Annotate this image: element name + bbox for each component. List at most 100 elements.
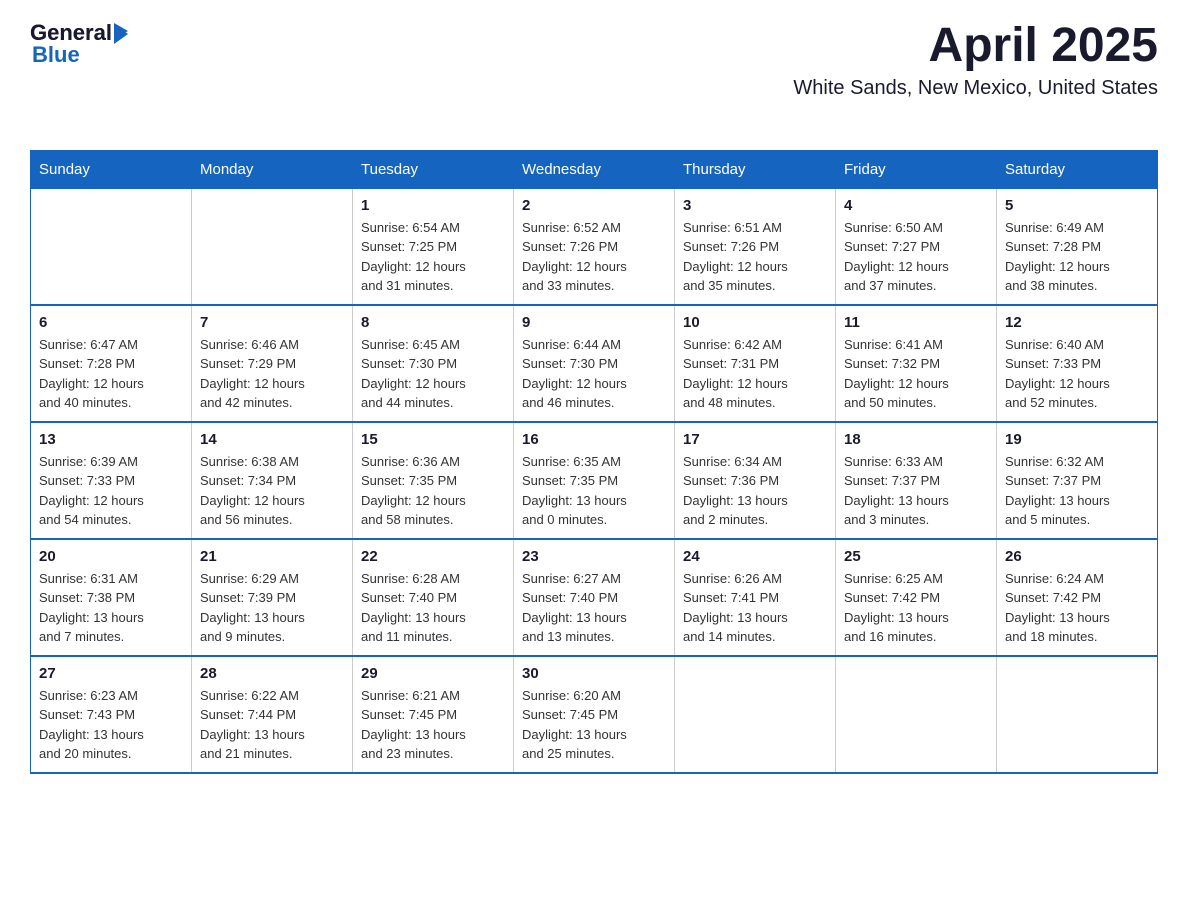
day-number: 5: [1005, 197, 1149, 214]
calendar-cell: 9 Sunrise: 6:44 AM Sunset: 7:30 PM Daylig…: [514, 305, 675, 422]
day-info: Sunrise: 6:36 AM Sunset: 7:35 PM Dayligh…: [361, 452, 505, 530]
calendar-cell: 12Sunrise: 6:40 AM Sunset: 7:33 PM Dayli…: [997, 305, 1158, 422]
calendar-cell: [31, 188, 192, 305]
day-info: Sunrise: 6:38 AM Sunset: 7:34 PM Dayligh…: [200, 452, 344, 530]
day-info: Sunrise: 6:42 AM Sunset: 7:31 PM Dayligh…: [683, 335, 827, 413]
day-info: Sunrise: 6:28 AM Sunset: 7:40 PM Dayligh…: [361, 569, 505, 647]
calendar-cell: [192, 188, 353, 305]
day-info: Sunrise: 6:33 AM Sunset: 7:37 PM Dayligh…: [844, 452, 988, 530]
day-number: 28: [200, 665, 344, 682]
day-number: 13: [39, 431, 183, 448]
calendar-cell: 22Sunrise: 6:28 AM Sunset: 7:40 PM Dayli…: [353, 539, 514, 656]
day-number: 18: [844, 431, 988, 448]
location-subtitle: White Sands, New Mexico, United States: [793, 77, 1158, 100]
col-sunday: Sunday: [31, 150, 192, 188]
day-info: Sunrise: 6:44 AM Sunset: 7:30 PM Dayligh…: [522, 335, 666, 413]
day-info: Sunrise: 6:32 AM Sunset: 7:37 PM Dayligh…: [1005, 452, 1149, 530]
calendar-cell: 11Sunrise: 6:41 AM Sunset: 7:32 PM Dayli…: [836, 305, 997, 422]
col-wednesday: Wednesday: [514, 150, 675, 188]
day-info: Sunrise: 6:21 AM Sunset: 7:45 PM Dayligh…: [361, 686, 505, 764]
day-number: 4: [844, 197, 988, 214]
calendar-cell: 16 Sunrise: 6:35 AM Sunset: 7:35 PM Dayli…: [514, 422, 675, 539]
day-number: 9: [522, 314, 666, 331]
day-info: Sunrise: 6:39 AM Sunset: 7:33 PM Dayligh…: [39, 452, 183, 530]
day-info: Sunrise: 6:47 AM Sunset: 7:28 PM Dayligh…: [39, 335, 183, 413]
calendar-header: Sunday Monday Tuesday Wednesday Thursday…: [31, 150, 1158, 188]
day-number: 27: [39, 665, 183, 682]
calendar-week-row: 13 Sunrise: 6:39 AM Sunset: 7:33 PM Dayli…: [31, 422, 1158, 539]
calendar-cell: 23 Sunrise: 6:27 AM Sunset: 7:40 PM Dayli…: [514, 539, 675, 656]
day-number: 17: [683, 431, 827, 448]
calendar-cell: 2Sunrise: 6:52 AM Sunset: 7:26 PM Daylig…: [514, 188, 675, 305]
calendar-cell: 7Sunrise: 6:46 AM Sunset: 7:29 PM Daylig…: [192, 305, 353, 422]
day-number: 19: [1005, 431, 1149, 448]
day-info: Sunrise: 6:22 AM Sunset: 7:44 PM Dayligh…: [200, 686, 344, 764]
page-header: General April 2025 White Sands, New Mexi…: [30, 20, 1158, 100]
day-number: 11: [844, 314, 988, 331]
calendar-cell: [675, 656, 836, 773]
title-block: April 2025 White Sands, New Mexico, Unit…: [793, 20, 1158, 100]
calendar-cell: 26 Sunrise: 6:24 AM Sunset: 7:42 PM Dayli…: [997, 539, 1158, 656]
day-number: 7: [200, 314, 344, 331]
calendar-cell: 24 Sunrise: 6:26 AM Sunset: 7:41 PM Dayli…: [675, 539, 836, 656]
day-info: Sunrise: 6:27 AM Sunset: 7:40 PM Dayligh…: [522, 569, 666, 647]
day-number: 20: [39, 548, 183, 565]
day-info: Sunrise: 6:50 AM Sunset: 7:27 PM Dayligh…: [844, 218, 988, 296]
day-number: 29: [361, 665, 505, 682]
col-tuesday: Tuesday: [353, 150, 514, 188]
header-row: Sunday Monday Tuesday Wednesday Thursday…: [31, 150, 1158, 188]
calendar-cell: 5Sunrise: 6:49 AM Sunset: 7:28 PM Daylig…: [997, 188, 1158, 305]
logo-triangle-svg: [114, 21, 130, 41]
calendar-cell: 18 Sunrise: 6:33 AM Sunset: 7:37 PM Dayli…: [836, 422, 997, 539]
logo-triangle: [114, 21, 130, 46]
day-info: Sunrise: 6:40 AM Sunset: 7:33 PM Dayligh…: [1005, 335, 1149, 413]
day-info: Sunrise: 6:26 AM Sunset: 7:41 PM Dayligh…: [683, 569, 827, 647]
col-monday: Monday: [192, 150, 353, 188]
calendar-cell: 1Sunrise: 6:54 AM Sunset: 7:25 PM Daylig…: [353, 188, 514, 305]
calendar-cell: 8Sunrise: 6:45 AM Sunset: 7:30 PM Daylig…: [353, 305, 514, 422]
calendar-cell: 13 Sunrise: 6:39 AM Sunset: 7:33 PM Dayli…: [31, 422, 192, 539]
calendar-cell: 14 Sunrise: 6:38 AM Sunset: 7:34 PM Dayli…: [192, 422, 353, 539]
calendar-week-row: 1Sunrise: 6:54 AM Sunset: 7:25 PM Daylig…: [31, 188, 1158, 305]
day-number: 24: [683, 548, 827, 565]
calendar-wrapper: Sunday Monday Tuesday Wednesday Thursday…: [30, 150, 1158, 774]
day-info: Sunrise: 6:24 AM Sunset: 7:42 PM Dayligh…: [1005, 569, 1149, 647]
day-number: 25: [844, 548, 988, 565]
day-number: 23: [522, 548, 666, 565]
calendar-cell: 27 Sunrise: 6:23 AM Sunset: 7:43 PM Dayli…: [31, 656, 192, 773]
day-number: 2: [522, 197, 666, 214]
calendar-week-row: 6 Sunrise: 6:47 AM Sunset: 7:28 PM Daylig…: [31, 305, 1158, 422]
day-info: Sunrise: 6:51 AM Sunset: 7:26 PM Dayligh…: [683, 218, 827, 296]
calendar-cell: 28 Sunrise: 6:22 AM Sunset: 7:44 PM Dayli…: [192, 656, 353, 773]
calendar-cell: 6 Sunrise: 6:47 AM Sunset: 7:28 PM Daylig…: [31, 305, 192, 422]
day-info: Sunrise: 6:29 AM Sunset: 7:39 PM Dayligh…: [200, 569, 344, 647]
calendar-week-row: 20 Sunrise: 6:31 AM Sunset: 7:38 PM Dayli…: [31, 539, 1158, 656]
calendar-week-row: 27 Sunrise: 6:23 AM Sunset: 7:43 PM Dayli…: [31, 656, 1158, 773]
calendar-cell: 21 Sunrise: 6:29 AM Sunset: 7:39 PM Dayli…: [192, 539, 353, 656]
logo-container: General Blue: [30, 20, 130, 68]
calendar-cell: 25 Sunrise: 6:25 AM Sunset: 7:42 PM Dayli…: [836, 539, 997, 656]
day-info: Sunrise: 6:34 AM Sunset: 7:36 PM Dayligh…: [683, 452, 827, 530]
day-number: 14: [200, 431, 344, 448]
day-number: 26: [1005, 548, 1149, 565]
day-number: 16: [522, 431, 666, 448]
calendar-cell: 10 Sunrise: 6:42 AM Sunset: 7:31 PM Dayli…: [675, 305, 836, 422]
day-number: 10: [683, 314, 827, 331]
col-friday: Friday: [836, 150, 997, 188]
day-info: Sunrise: 6:23 AM Sunset: 7:43 PM Dayligh…: [39, 686, 183, 764]
day-info: Sunrise: 6:35 AM Sunset: 7:35 PM Dayligh…: [522, 452, 666, 530]
day-number: 6: [39, 314, 183, 331]
col-thursday: Thursday: [675, 150, 836, 188]
day-number: 8: [361, 314, 505, 331]
calendar-cell: 17 Sunrise: 6:34 AM Sunset: 7:36 PM Dayli…: [675, 422, 836, 539]
calendar-cell: [997, 656, 1158, 773]
calendar-cell: 20 Sunrise: 6:31 AM Sunset: 7:38 PM Dayli…: [31, 539, 192, 656]
calendar-cell: 3Sunrise: 6:51 AM Sunset: 7:26 PM Daylig…: [675, 188, 836, 305]
day-number: 30: [522, 665, 666, 682]
day-number: 21: [200, 548, 344, 565]
day-info: Sunrise: 6:31 AM Sunset: 7:38 PM Dayligh…: [39, 569, 183, 647]
calendar-body: 1Sunrise: 6:54 AM Sunset: 7:25 PM Daylig…: [31, 188, 1158, 773]
day-info: Sunrise: 6:25 AM Sunset: 7:42 PM Dayligh…: [844, 569, 988, 647]
calendar-cell: 15Sunrise: 6:36 AM Sunset: 7:35 PM Dayli…: [353, 422, 514, 539]
calendar-table: Sunday Monday Tuesday Wednesday Thursday…: [30, 150, 1158, 774]
